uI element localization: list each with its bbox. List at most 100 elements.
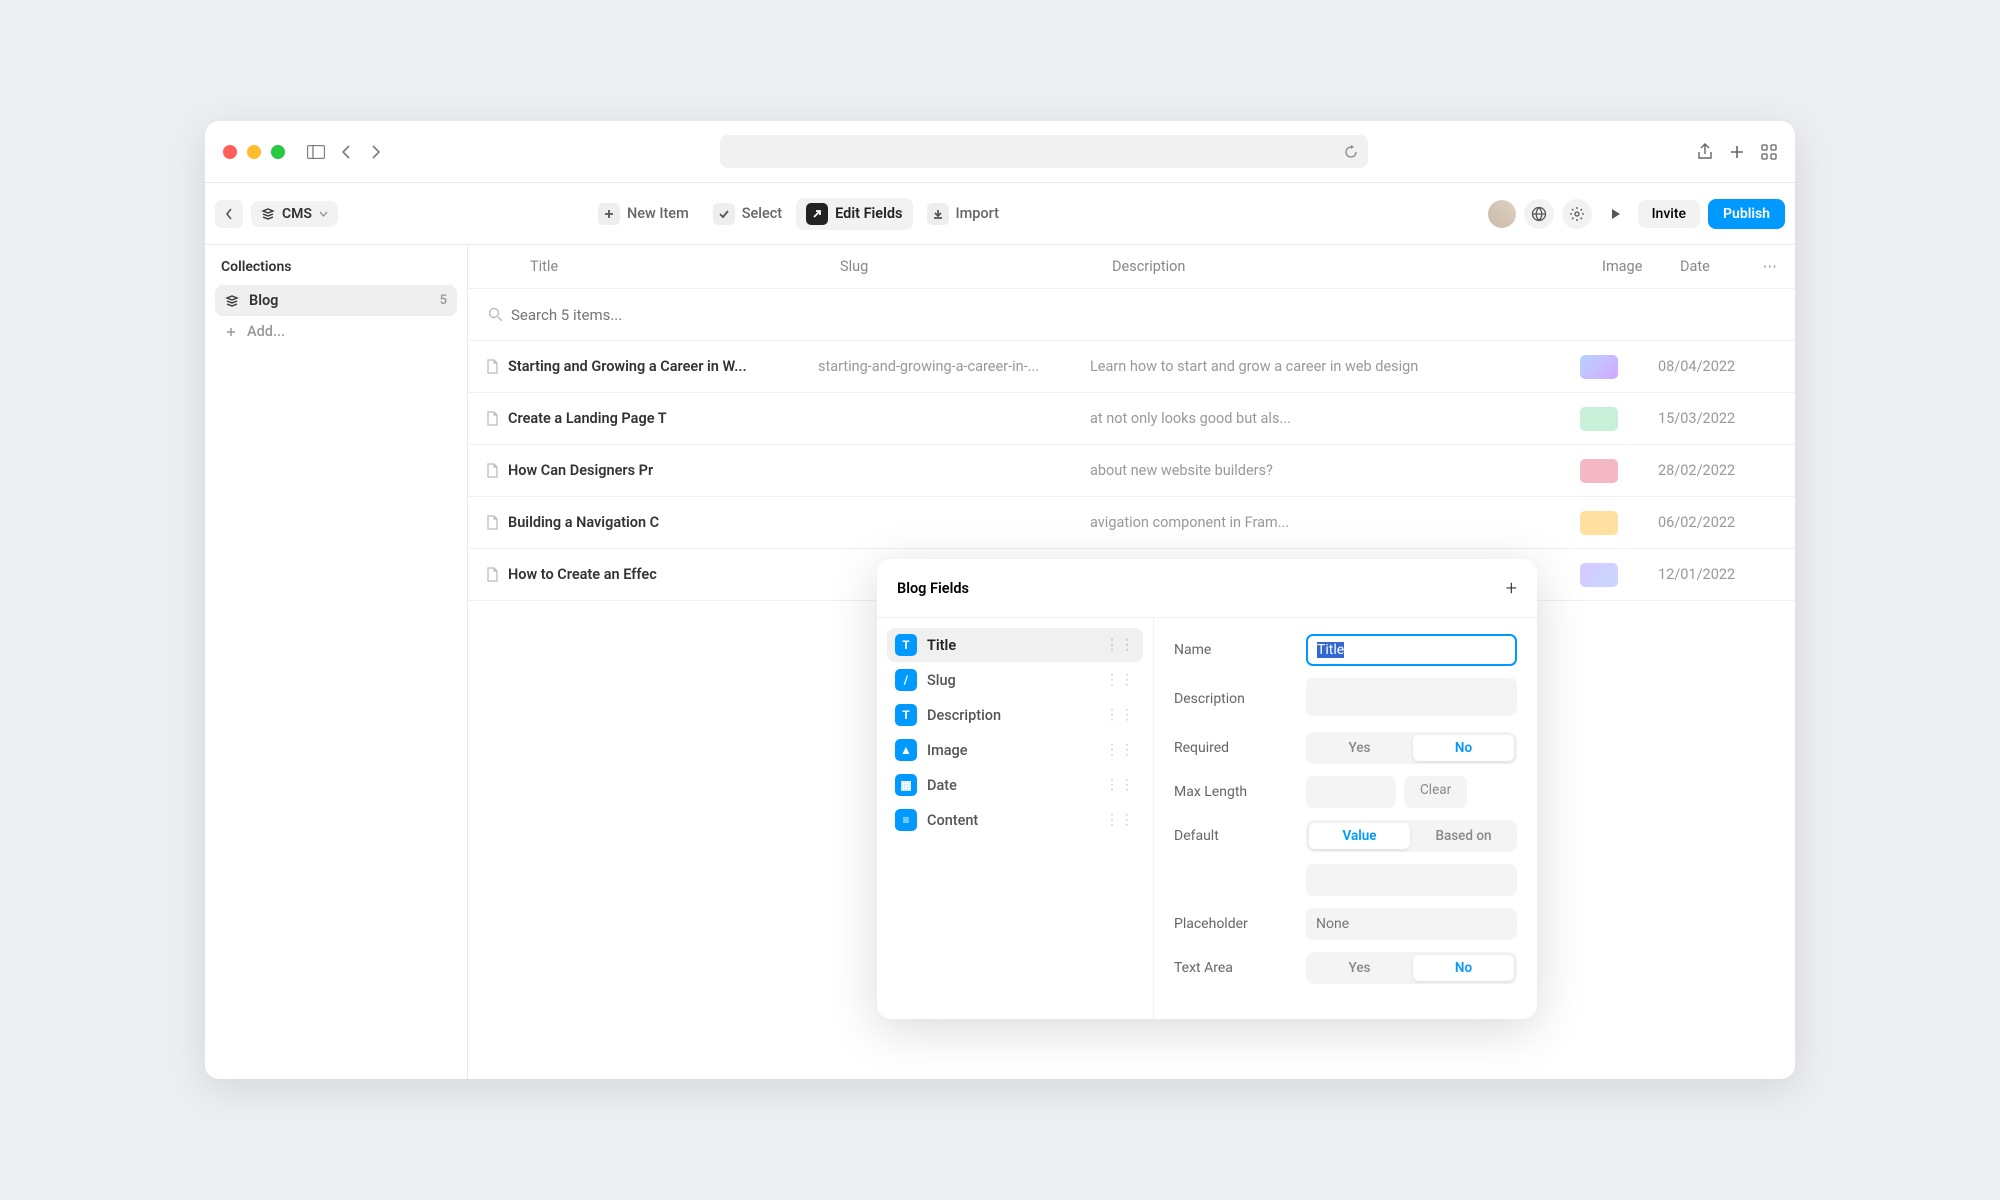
required-yes[interactable]: Yes: [1309, 735, 1410, 761]
field-type-icon: ▲: [895, 739, 917, 761]
column-headers: Title Slug Description Image Date ⋯: [468, 245, 1795, 289]
sidebar-add-label: Add...: [247, 323, 285, 340]
table-row[interactable]: Starting and Growing a Career in W... st…: [468, 341, 1795, 393]
col-image-header[interactable]: Image: [1602, 258, 1680, 275]
col-title-header[interactable]: Title: [530, 258, 840, 275]
field-item[interactable]: /Slug⋮⋮: [887, 663, 1143, 697]
edit-fields-button[interactable]: Edit Fields: [796, 198, 912, 230]
table-row[interactable]: Building a Navigation C avigation compon…: [468, 497, 1795, 549]
chevron-down-icon: [319, 211, 328, 217]
arrow-up-right-icon: [806, 203, 828, 225]
clear-button[interactable]: Clear: [1404, 776, 1467, 808]
field-list: TTitle⋮⋮/Slug⋮⋮TDescription⋮⋮▲Image⋮⋮▦Da…: [877, 618, 1154, 1019]
field-item[interactable]: TDescription⋮⋮: [887, 698, 1143, 732]
field-item[interactable]: ▦ Date ⋮⋮: [887, 768, 1143, 802]
new-tab-icon[interactable]: [1729, 144, 1745, 160]
sidebar-item-blog[interactable]: Blog 5: [215, 285, 457, 316]
default-toggle[interactable]: Value Based on: [1306, 820, 1517, 852]
table-row[interactable]: Create a Landing Page T at not only look…: [468, 393, 1795, 445]
reload-icon[interactable]: [1344, 145, 1358, 159]
textarea-no[interactable]: No: [1413, 955, 1514, 981]
titlebar: [205, 121, 1795, 183]
check-icon: [713, 203, 735, 225]
sidebar-title: Collections: [215, 259, 457, 275]
maxlength-input[interactable]: [1306, 776, 1396, 808]
col-description-header[interactable]: Description: [1112, 258, 1602, 275]
publish-button[interactable]: Publish: [1708, 199, 1785, 229]
invite-button[interactable]: Invite: [1638, 200, 1700, 228]
traffic-lights: [223, 145, 285, 159]
plus-icon: [225, 326, 237, 338]
drag-handle-icon[interactable]: ⋮⋮: [1105, 707, 1135, 723]
field-item[interactable]: ≡Content⋮⋮: [887, 803, 1143, 837]
close-window-button[interactable]: [223, 145, 237, 159]
address-bar[interactable]: [720, 135, 1368, 168]
drag-handle-icon[interactable]: ⋮⋮: [1105, 672, 1135, 688]
required-toggle[interactable]: Yes No: [1306, 732, 1517, 764]
required-no[interactable]: No: [1413, 735, 1514, 761]
name-label: Name: [1174, 642, 1306, 658]
col-slug-header[interactable]: Slug: [840, 258, 1112, 275]
name-input[interactable]: [1306, 634, 1517, 666]
drag-handle-icon[interactable]: ⋮⋮: [1105, 812, 1135, 828]
row-date: 12/01/2022: [1658, 566, 1777, 583]
more-columns-icon[interactable]: ⋯: [1747, 258, 1777, 275]
row-date: 15/03/2022: [1658, 410, 1777, 427]
sidebar-toggle-icon[interactable]: [304, 140, 328, 164]
cms-dropdown[interactable]: CMS: [251, 201, 338, 227]
sidebar: Collections Blog 5 Add...: [205, 245, 468, 1079]
plus-icon: [598, 203, 620, 225]
table-row[interactable]: How Can Designers Pr about new website b…: [468, 445, 1795, 497]
new-item-button[interactable]: New Item: [588, 198, 699, 230]
default-basedon[interactable]: Based on: [1413, 823, 1514, 849]
play-icon[interactable]: [1600, 199, 1630, 229]
document-icon: [486, 359, 508, 374]
row-title: How to Create an Effec: [508, 566, 818, 583]
back-button[interactable]: [334, 140, 358, 164]
add-field-button[interactable]: +: [1506, 576, 1517, 600]
drag-handle-icon[interactable]: ⋮⋮: [1105, 742, 1135, 758]
globe-icon[interactable]: [1524, 199, 1554, 229]
row-title: Create a Landing Page T: [508, 410, 818, 427]
col-date-header[interactable]: Date: [1680, 258, 1747, 275]
search-row: [468, 289, 1795, 341]
description-input[interactable]: [1306, 678, 1517, 716]
row-image: [1580, 355, 1658, 379]
field-label: Date: [927, 777, 957, 794]
field-label: Description: [927, 707, 1001, 724]
sidebar-item-count: 5: [440, 293, 447, 308]
sidebar-item-label: Blog: [249, 292, 278, 309]
sidebar-add-button[interactable]: Add...: [215, 316, 457, 347]
import-button[interactable]: Import: [917, 198, 1009, 230]
default-value-input[interactable]: [1306, 864, 1517, 896]
document-icon: [486, 515, 508, 530]
document-icon: [486, 411, 508, 426]
browser-window: CMS New Item Select Edit Fields Import: [205, 121, 1795, 1079]
select-button[interactable]: Select: [703, 198, 792, 230]
row-slug: starting-and-growing-a-career-in-...: [818, 358, 1090, 375]
textarea-toggle[interactable]: Yes No: [1306, 952, 1517, 984]
back-app-button[interactable]: [215, 200, 243, 228]
minimize-window-button[interactable]: [247, 145, 261, 159]
field-label: Image: [927, 742, 968, 759]
edit-fields-label: Edit Fields: [835, 205, 902, 222]
field-label: Title: [927, 637, 956, 654]
share-icon[interactable]: [1697, 143, 1713, 161]
forward-button[interactable]: [364, 140, 388, 164]
default-value[interactable]: Value: [1309, 823, 1410, 849]
maximize-window-button[interactable]: [271, 145, 285, 159]
placeholder-label: Placeholder: [1174, 916, 1306, 932]
field-item[interactable]: TTitle⋮⋮: [887, 628, 1143, 662]
placeholder-input[interactable]: [1306, 908, 1517, 940]
search-input[interactable]: [503, 306, 1775, 324]
drag-handle-icon[interactable]: ⋮⋮: [1105, 637, 1135, 653]
tabs-icon[interactable]: [1761, 144, 1777, 160]
textarea-yes[interactable]: Yes: [1309, 955, 1410, 981]
drag-handle-icon[interactable]: ⋮⋮: [1105, 777, 1135, 793]
field-item[interactable]: ▲ Image ⋮⋮: [887, 733, 1143, 767]
field-type-icon: ▦: [895, 774, 917, 796]
avatar[interactable]: [1488, 200, 1516, 228]
search-icon: [488, 307, 503, 322]
gear-icon[interactable]: [1562, 199, 1592, 229]
field-label: Slug: [927, 672, 956, 689]
